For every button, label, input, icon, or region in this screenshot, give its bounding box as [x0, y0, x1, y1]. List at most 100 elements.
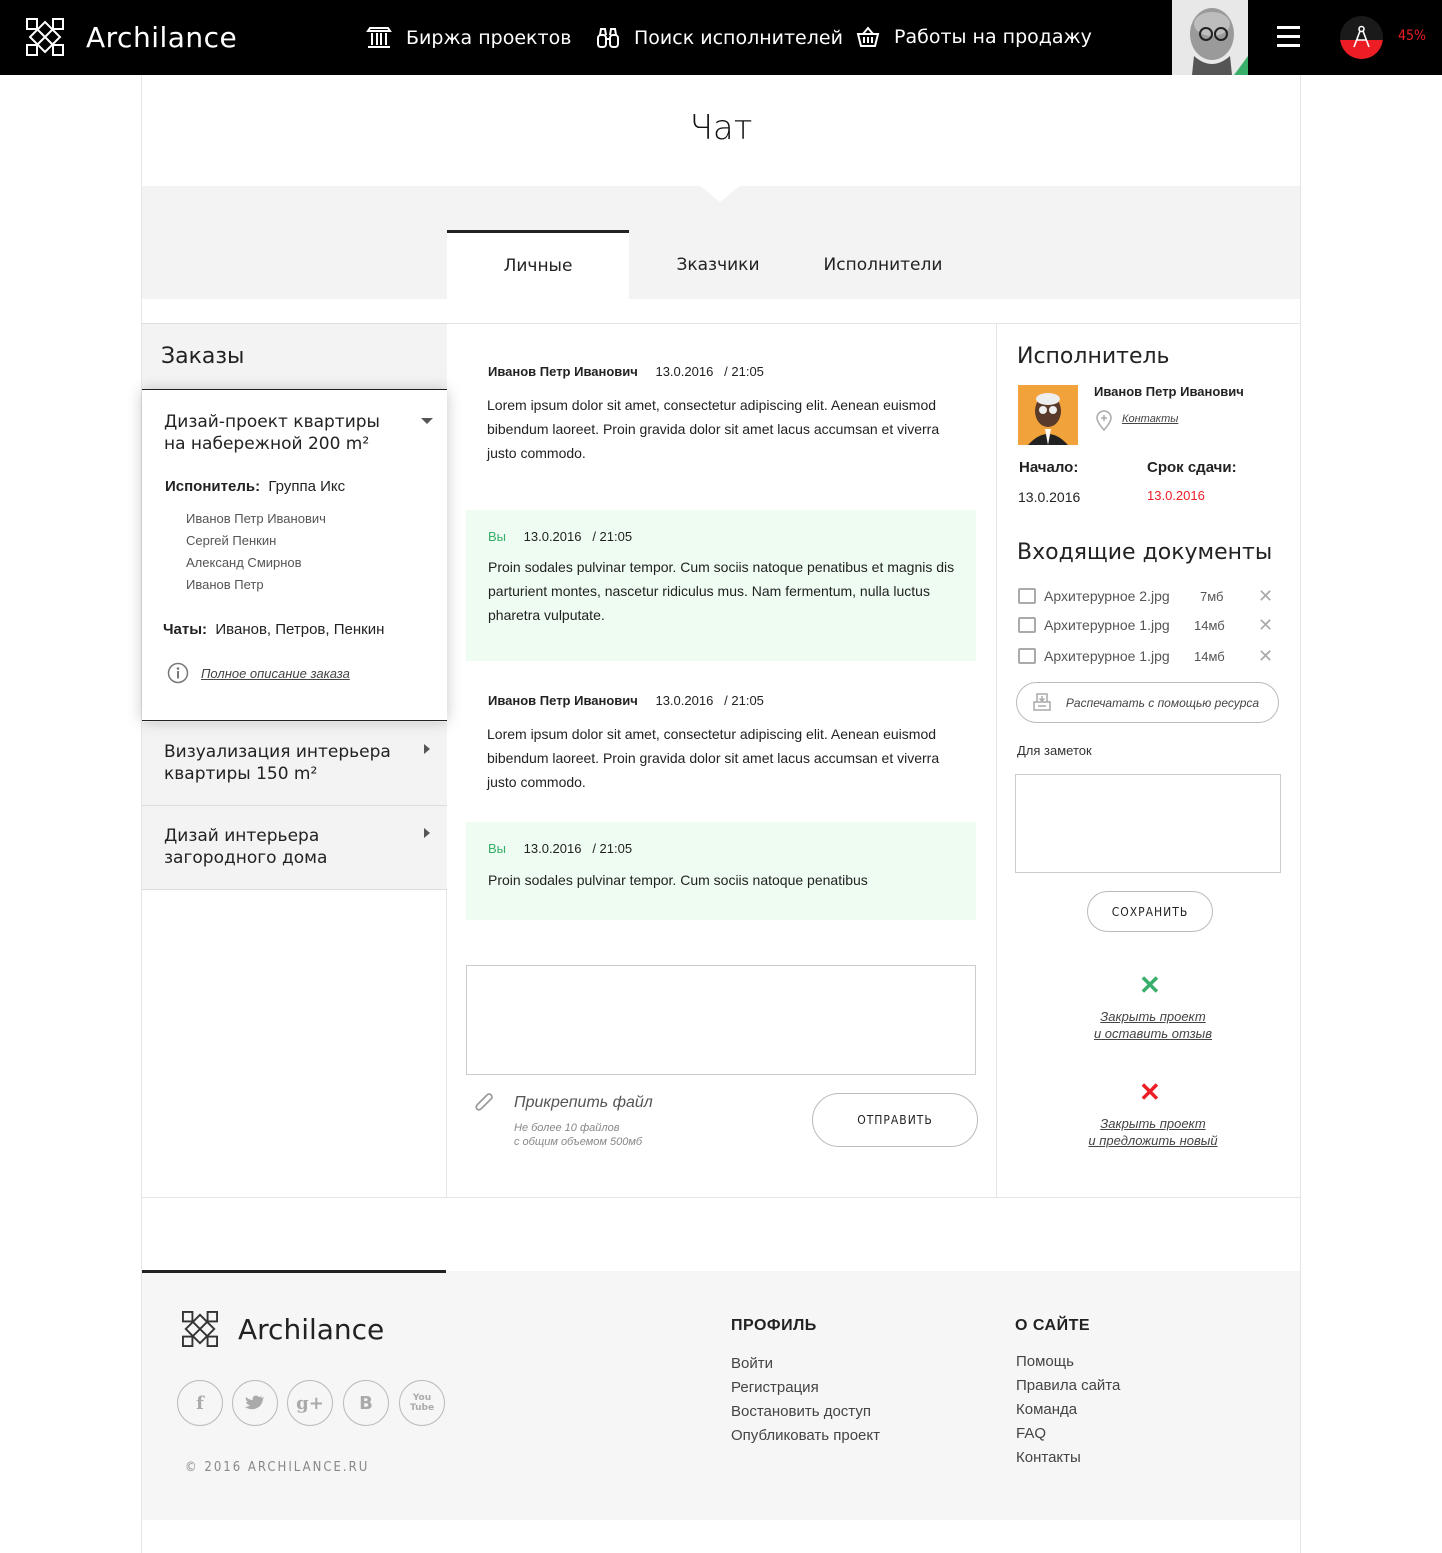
footer-link-rules[interactable]: Правила сайта: [1016, 1377, 1120, 1394]
start-label: Начало:: [1019, 459, 1079, 476]
order-item[interactable]: Дизай интерьера загородного дома: [142, 806, 447, 890]
notes-textarea[interactable]: [1015, 774, 1281, 873]
footer-logo[interactable]: Archilance: [182, 1311, 384, 1347]
footer-link-register[interactable]: Регистрация: [731, 1379, 819, 1396]
close-and-propose-link[interactable]: Закрыть проект и предложить новый: [1074, 1115, 1232, 1149]
chats-value: Иванов, Петров, Пенкин: [215, 621, 385, 638]
facebook-icon[interactable]: f: [177, 1380, 223, 1426]
vk-icon[interactable]: В: [343, 1380, 389, 1426]
executor-row: Испонитель: Группа Икс: [165, 478, 345, 495]
user-photo-icon: [1172, 0, 1248, 75]
document-name: Архитерурное 2.jpg: [1044, 588, 1170, 604]
page-title: Чат: [689, 108, 753, 148]
member-item: Иванов Петр Иванович: [186, 511, 326, 526]
deadline-label: Срок сдачи:: [1147, 459, 1237, 476]
top-navigation-bar: Archilance Биржа проектов Поиск исполнит…: [0, 0, 1442, 75]
executor-avatar[interactable]: [1018, 385, 1078, 445]
document-item[interactable]: Архитерурное 2.jpg 7мб ✕: [1018, 586, 1278, 608]
paperclip-icon[interactable]: [473, 1092, 497, 1114]
executor-name[interactable]: Иванов Петр Иванович: [1094, 384, 1244, 399]
message-time: / 21:05: [592, 841, 633, 856]
remove-icon[interactable]: ✕: [1258, 586, 1273, 607]
profile-progress-indicator[interactable]: [1340, 16, 1383, 59]
chat-message: Иванов Петр Иванович 13.0.2016 / 21:05 L…: [466, 345, 976, 495]
youtube-icon[interactable]: You Tube: [399, 1380, 445, 1426]
footer-link-team[interactable]: Команда: [1016, 1401, 1077, 1418]
member-item: Сергей Пенкин: [186, 533, 277, 548]
copyright: © 2016 ARCHILANCE.RU: [185, 1460, 370, 1475]
message-text: Lorem ipsum dolor sit amet, consectetur …: [487, 397, 940, 461]
caret-down-icon[interactable]: [421, 418, 433, 424]
order-title: Дизай-проект квартиры на набережной 200 …: [164, 412, 380, 454]
chat-message: Иванов Петр Иванович 13.0.2016 / 21:05 L…: [466, 674, 976, 814]
message-author: Вы: [488, 841, 507, 856]
close-cross-icon[interactable]: ✕: [1139, 1077, 1161, 1108]
attach-file-link[interactable]: Прикрепить файл: [514, 1094, 653, 1112]
nav-find-executors[interactable]: Поиск исполнителей: [596, 26, 843, 50]
footer-brand-name: Archilance: [238, 1312, 385, 1346]
notes-label: Для заметок: [1017, 743, 1092, 758]
document-size: 14мб: [1194, 618, 1225, 633]
tab-executors[interactable]: Исполнители: [807, 230, 959, 299]
executor-label: Испонитель:: [165, 478, 261, 495]
google-plus-icon[interactable]: g+: [287, 1380, 333, 1426]
user-avatar[interactable]: [1172, 0, 1248, 75]
info-icon: [167, 662, 189, 684]
message-date: 13.0.2016: [655, 693, 714, 708]
progress-percent: 45%: [1398, 28, 1426, 44]
message-time: / 21:05: [724, 693, 764, 708]
message-date: 13.0.2016: [523, 529, 582, 544]
order-item-active[interactable]: Дизай-проект квартиры на набережной 200 …: [142, 390, 447, 721]
brand-logo[interactable]: Archilance: [26, 18, 237, 56]
send-button[interactable]: ОТПРАВИТЬ: [812, 1093, 978, 1147]
nav-works-for-sale[interactable]: Работы на продажу: [856, 26, 1092, 48]
column-icon: [366, 27, 392, 48]
footer-link-publish[interactable]: Опубликовать проект: [731, 1427, 880, 1444]
chat-message-own: Вы 13.0.2016 / 21:05 Proin sodales pulvi…: [466, 822, 976, 920]
print-button[interactable]: Распечатать с помощью ресурса: [1016, 682, 1279, 723]
full-description-link[interactable]: Полное описание заказа: [201, 666, 350, 681]
document-item[interactable]: Архитерурное 1.jpg 14мб ✕: [1018, 646, 1278, 668]
save-notes-button[interactable]: СОХРАНИТЬ: [1087, 891, 1213, 932]
remove-icon[interactable]: ✕: [1258, 646, 1273, 667]
nav-project-exchange[interactable]: Биржа проектов: [366, 26, 571, 50]
footer-profile-heading: ПРОФИЛЬ: [731, 1317, 817, 1334]
printer-icon: [1033, 693, 1051, 711]
message-text: Lorem ipsum dolor sit amet, consectetur …: [487, 726, 940, 790]
document-name: Архитерурное 1.jpg: [1044, 648, 1170, 664]
document-size: 14мб: [1194, 649, 1225, 664]
brand-name: Archilance: [86, 20, 238, 54]
footer-link-login[interactable]: Войти: [731, 1355, 773, 1372]
remove-icon[interactable]: ✕: [1258, 615, 1273, 636]
menu-icon[interactable]: [1277, 26, 1300, 53]
twitter-icon[interactable]: [232, 1380, 278, 1426]
message-text: Proin sodales pulvinar tempor. Cum socii…: [488, 559, 955, 623]
deadline-value: 13.0.2016: [1147, 488, 1205, 503]
image-file-icon: [1018, 648, 1036, 664]
message-time: / 21:05: [724, 364, 764, 379]
caret-right-icon[interactable]: [424, 744, 430, 754]
documents-heading: Входящие документы: [1017, 540, 1273, 565]
contacts-link[interactable]: Контакты: [1122, 413, 1178, 425]
footer-link-restore[interactable]: Востановить доступ: [731, 1403, 871, 1420]
message-input[interactable]: [466, 965, 976, 1075]
start-value: 13.0.2016: [1018, 489, 1081, 505]
executor-value: Группа Икс: [268, 478, 346, 495]
footer-about-heading: О САЙТЕ: [1015, 1317, 1091, 1334]
location-pin-icon: [1096, 410, 1112, 431]
message-author: Иванов Петр Иванович: [488, 693, 638, 708]
close-check-icon[interactable]: ✕: [1139, 970, 1161, 1001]
footer-link-contacts[interactable]: Контакты: [1016, 1449, 1081, 1466]
close-and-review-link[interactable]: Закрыть проект и оставить отзыв: [1080, 1008, 1226, 1042]
order-item[interactable]: Визуализация интерьера квартиры 150 m²: [142, 722, 447, 806]
caret-right-icon[interactable]: [424, 828, 430, 838]
message-author: Вы: [488, 529, 507, 544]
footer-link-faq[interactable]: FAQ: [1016, 1425, 1046, 1442]
tab-customers[interactable]: Зказчики: [629, 230, 807, 299]
chats-label: Чаты:: [163, 621, 208, 638]
tab-personal[interactable]: Личные: [447, 230, 629, 299]
footer-link-help[interactable]: Помощь: [1016, 1353, 1074, 1370]
image-file-icon: [1018, 588, 1036, 604]
document-item[interactable]: Архитерурное 1.jpg 14мб ✕: [1018, 615, 1278, 637]
message-date: 13.0.2016: [655, 364, 714, 379]
